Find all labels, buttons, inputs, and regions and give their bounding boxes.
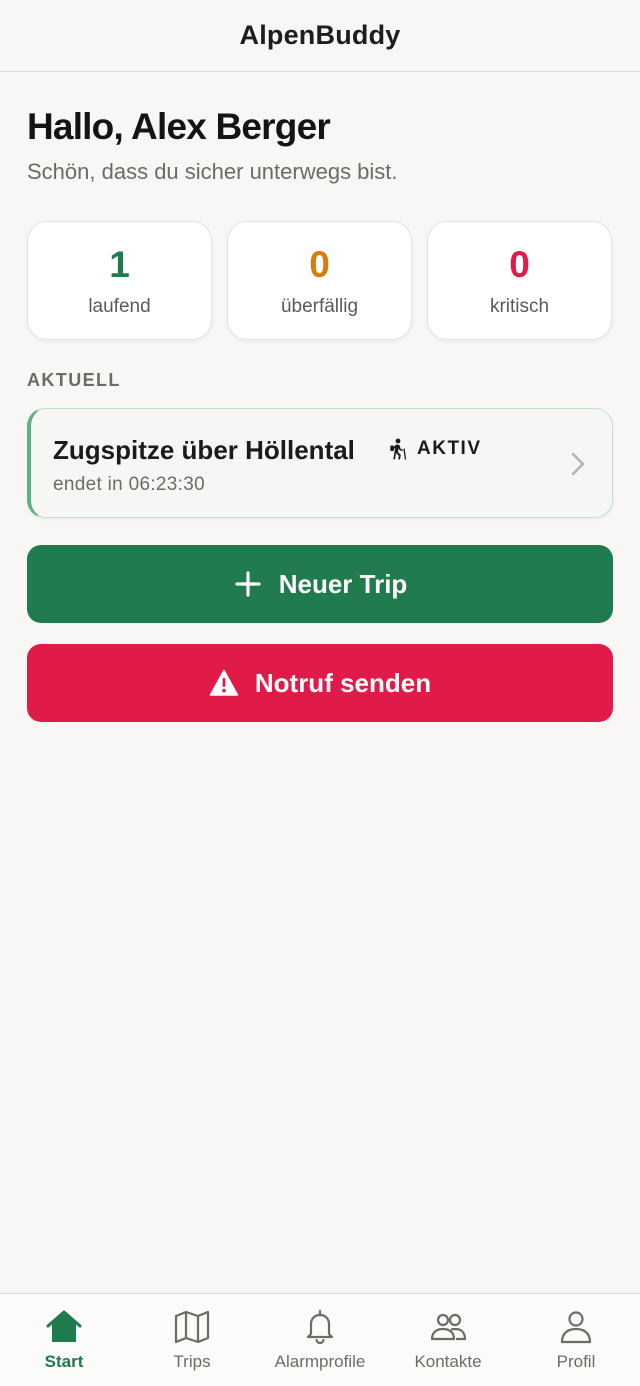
- nav-item-alarm-profiles[interactable]: Alarmprofile: [256, 1294, 384, 1386]
- stat-critical-value: 0: [509, 243, 530, 285]
- bell-icon: [306, 1309, 334, 1345]
- stats-row: 1 laufend 0 überfällig 0 kritisch: [27, 221, 613, 340]
- stat-card-critical[interactable]: 0 kritisch: [427, 221, 612, 340]
- map-icon: [174, 1310, 210, 1344]
- stat-overdue-label: überfällig: [280, 295, 359, 317]
- plus-icon: [235, 571, 261, 597]
- greeting-subtitle: Schön, dass du sicher unterwegs bist.: [27, 159, 398, 184]
- profile-icon: [560, 1311, 592, 1344]
- stat-running-label: laufend: [88, 295, 151, 317]
- home-icon: [46, 1310, 82, 1342]
- trip-remaining-time: endet in 06:23:30: [53, 474, 205, 495]
- nav-item-profile[interactable]: Profil: [512, 1294, 640, 1386]
- sos-button[interactable]: Notruf senden: [27, 644, 613, 722]
- current-trip-card[interactable]: Zugspitze über Höllental AKTIV endet in …: [27, 408, 613, 518]
- new-trip-button[interactable]: Neuer Trip: [27, 545, 613, 623]
- sos-label: Notruf senden: [254, 667, 432, 698]
- stat-overdue-value: 0: [309, 243, 330, 285]
- section-label-current: AKTUELL: [27, 370, 121, 390]
- stat-card-running[interactable]: 1 laufend: [27, 221, 212, 340]
- contacts-icon: [430, 1313, 467, 1341]
- trip-status-label: AKTIV: [417, 438, 482, 459]
- nav-label-start: Start: [44, 1352, 84, 1371]
- nav-item-contacts[interactable]: Kontakte: [384, 1294, 512, 1386]
- stat-critical-label: kritisch: [489, 295, 550, 317]
- greeting-title: Hallo, Alex Berger: [27, 106, 331, 147]
- new-trip-label: Neuer Trip: [278, 568, 408, 599]
- nav-label-trips: Trips: [173, 1352, 211, 1371]
- trip-title: Zugspitze über Höllental: [53, 435, 355, 465]
- chevron-right-icon: [571, 452, 585, 476]
- stat-running-value: 1: [109, 243, 130, 285]
- nav-label-contacts: Kontakte: [414, 1352, 482, 1371]
- app-title: AlpenBuddy: [239, 20, 401, 50]
- nav-item-start[interactable]: Start: [0, 1294, 128, 1386]
- bottom-nav: Start Trips Alarmprofile Kontakte Profil: [0, 1293, 640, 1386]
- nav-item-trips[interactable]: Trips: [128, 1294, 256, 1386]
- greeting: Hallo, Alex Berger Schön, dass du sicher…: [27, 104, 613, 186]
- trip-status-badge: AKTIV: [387, 438, 482, 460]
- stat-card-overdue[interactable]: 0 überfällig: [227, 221, 412, 340]
- nav-label-profile: Profil: [556, 1352, 596, 1371]
- nav-label-alarm-profiles: Alarmprofile: [274, 1352, 366, 1371]
- app-screen: AlpenBuddy Hallo, Alex Berger Schön, das…: [0, 0, 640, 1386]
- warning-icon: [209, 669, 239, 696]
- top-bar: AlpenBuddy: [0, 0, 640, 72]
- hiker-icon: [390, 438, 407, 460]
